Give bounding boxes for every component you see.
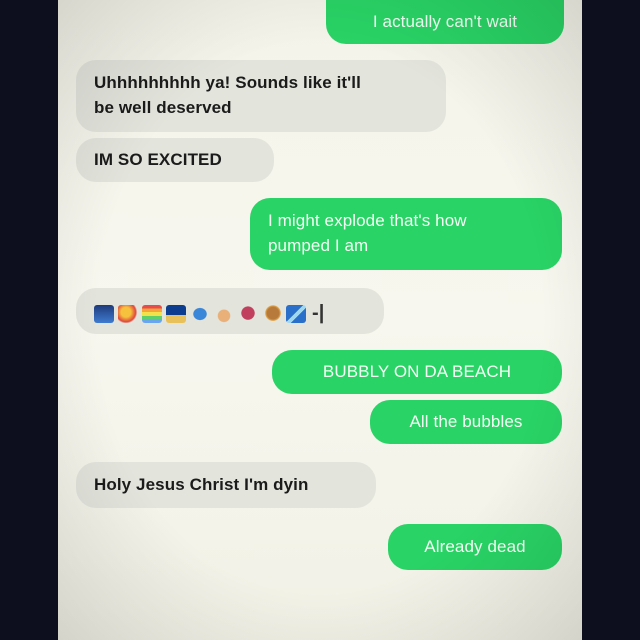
wave-icon: [286, 304, 306, 323]
message-text: All the bubbles: [409, 412, 523, 431]
received-message[interactable]: IM SO EXCITED: [76, 138, 274, 182]
message-text-line: be well deserved: [94, 98, 232, 117]
sent-message[interactable]: BUBBLY ON DA BEACH: [272, 350, 562, 394]
sent-message[interactable]: I actually can't wait: [326, 0, 564, 44]
emoji-row: -|: [94, 301, 324, 326]
shell-icon: [214, 304, 234, 323]
snail-icon: [262, 304, 282, 323]
photo-frame: I actually can't wait Uhhhhhhhhh ya! Sou…: [0, 0, 640, 640]
message-text: Already dead: [424, 537, 526, 556]
octopus-icon: [238, 304, 258, 323]
received-message[interactable]: Holy Jesus Christ I'm dyin: [76, 462, 376, 508]
sent-message[interactable]: Already dead: [388, 524, 562, 570]
message-text: I actually can't wait: [372, 12, 518, 31]
message-thread: I actually can't wait Uhhhhhhhhh ya! Sou…: [58, 0, 582, 640]
rainbow-icon: [142, 304, 162, 323]
trailing-text: -|: [312, 302, 325, 324]
fish-icon: [190, 304, 210, 323]
message-text-line: I might explode that's how: [268, 211, 467, 230]
beach-icon: [166, 304, 186, 323]
message-text: BUBBLY ON DA BEACH: [322, 362, 512, 381]
message-text-line: Uhhhhhhhhh ya! Sounds like it'll: [94, 73, 361, 92]
sent-message[interactable]: All the bubbles: [370, 400, 562, 444]
received-message[interactable]: Uhhhhhhhhh ya! Sounds like it'll be well…: [76, 60, 446, 132]
sent-message[interactable]: I might explode that's how pumped I am: [250, 198, 562, 270]
sunset-icon: [94, 304, 114, 323]
message-text: IM SO EXCITED: [94, 150, 222, 169]
message-text-line: pumped I am: [268, 236, 369, 255]
message-text: Holy Jesus Christ I'm dyin: [94, 475, 309, 494]
party-popper-icon: [118, 304, 138, 323]
received-message[interactable]: -|: [76, 288, 384, 334]
